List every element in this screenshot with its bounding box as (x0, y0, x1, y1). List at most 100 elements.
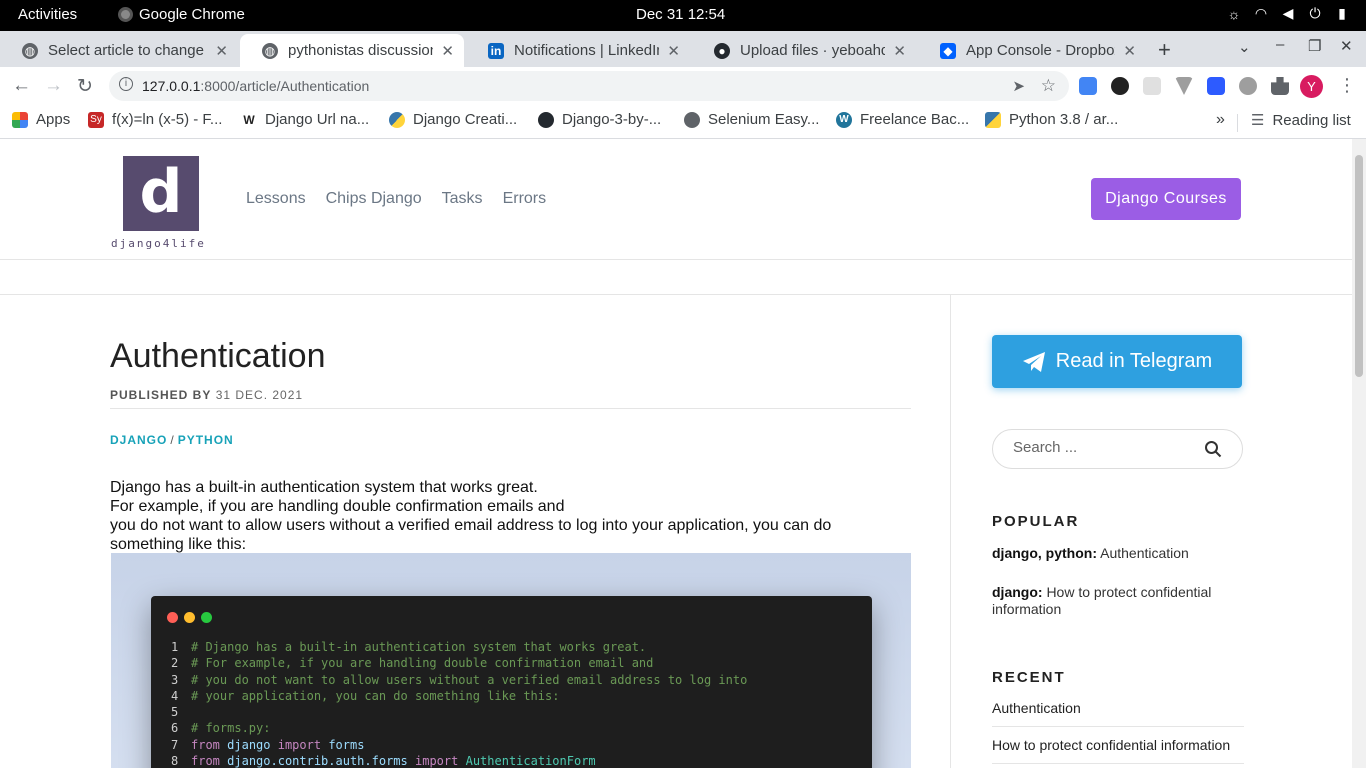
bookmark-label: Apps (36, 111, 71, 128)
category-link[interactable]: PYTHON (178, 433, 234, 447)
tab-search-icon[interactable]: ⌄ (1238, 38, 1251, 56)
chrome-icon (118, 7, 133, 22)
bookmark-item[interactable]: Django Creati... (389, 111, 517, 128)
paragraph-line: you do not want to allow users without a… (110, 517, 832, 553)
recent-item[interactable]: How to protect confidential information (992, 737, 1244, 764)
site-info-icon[interactable]: i (119, 77, 133, 91)
python-icon (985, 111, 1001, 128)
minimize-icon[interactable]: – (1276, 36, 1284, 53)
extensions-puzzle-icon[interactable] (1271, 77, 1289, 95)
published-by-label: PUBLISHED BY (110, 388, 212, 402)
bookmark-apps[interactable]: Apps (12, 111, 70, 128)
bookmark-star-icon[interactable]: ☆ (1041, 76, 1056, 96)
bookmark-item[interactable]: W Freelance Bac... (836, 111, 969, 128)
close-tab-icon[interactable]: ✕ (667, 42, 680, 60)
article-byline: PUBLISHED BY 31 DEC. 2021 (110, 388, 303, 402)
profile-avatar[interactable]: Y (1300, 75, 1323, 98)
search-input[interactable] (1013, 439, 1193, 456)
tab-title: App Console - Dropbox (966, 42, 1116, 59)
reload-icon[interactable]: ↻ (77, 75, 93, 98)
divider (110, 408, 911, 409)
code-comment: # For example, if you are handling doubl… (191, 656, 654, 671)
nav-chips-django[interactable]: Chips Django (326, 190, 422, 208)
telegram-icon (1022, 351, 1045, 372)
site-logo[interactable]: d (123, 156, 199, 231)
url-text[interactable]: 127.0.0.1:8000/article/Authentication (142, 78, 369, 94)
article-paragraph: Django has a built-in authentication sys… (110, 478, 890, 554)
nav-errors[interactable]: Errors (503, 190, 547, 208)
popular-item-title: Authentication (1100, 545, 1189, 561)
window-close-icon[interactable]: ✕ (1340, 37, 1353, 55)
article-title: Authentication (110, 337, 326, 375)
search-box (992, 429, 1243, 469)
extension-blank-icon[interactable] (1143, 77, 1161, 95)
more-bookmarks-icon[interactable]: » (1216, 111, 1225, 129)
window-dot-yellow (184, 612, 195, 623)
new-tab-icon[interactable]: + (1158, 37, 1171, 63)
translate-extension-icon[interactable] (1079, 77, 1097, 95)
url-path: :8000/article/Authentication (200, 78, 370, 94)
line-number: 7 (171, 737, 179, 752)
publish-date: 31 DEC. 2021 (215, 388, 304, 402)
popular-item[interactable]: django, python: Authentication (992, 545, 1242, 562)
app-menu[interactable]: Google Chrome (118, 6, 245, 23)
tab-linkedin[interactable]: in Notifications | LinkedIn ✕ (466, 34, 690, 67)
tab-admin[interactable]: ◍ Select article to change | ✕ (0, 34, 238, 67)
bookmark-item[interactable]: Django-3-by-... (538, 111, 661, 128)
page-scrollbar[interactable] (1352, 139, 1366, 768)
code-line: 4 # your application, you can do somethin… (171, 688, 747, 704)
django-courses-button[interactable]: Django Courses (1091, 178, 1241, 220)
chrome-menu-icon[interactable]: ⋮ (1338, 75, 1356, 96)
forward-icon[interactable]: → (44, 75, 63, 97)
bookmark-item[interactable]: W Django Url na... (241, 111, 369, 128)
extension-cloud-icon[interactable] (1239, 77, 1257, 95)
code-window: 1 # Django has a built-in authentication … (151, 596, 872, 768)
code-line: 5 (171, 704, 747, 720)
close-tab-icon[interactable]: ✕ (893, 42, 906, 60)
address-bar[interactable]: i 127.0.0.1:8000/article/Authentication … (109, 71, 1069, 101)
send-tab-icon[interactable]: ➤ (1012, 77, 1025, 95)
python-icon (389, 111, 405, 128)
site-header: d django4life Lessons Chips Django Tasks… (0, 139, 1352, 260)
recent-item[interactable]: Authentication (992, 700, 1244, 727)
code-name: forms (328, 737, 365, 752)
brightness-icon: ☼ (1227, 5, 1241, 22)
code-image: 1 # Django has a built-in authentication … (111, 553, 911, 768)
close-tab-icon[interactable]: ✕ (441, 42, 454, 60)
bookmark-item[interactable]: Selenium Easy... (684, 111, 819, 128)
clock[interactable]: Dec 31 12:54 (636, 6, 725, 23)
popular-item[interactable]: django: How to protect confidential info… (992, 584, 1242, 618)
article-categories: DJANGO / PYTHON (110, 433, 234, 447)
symbolab-icon: Sy (88, 111, 104, 128)
github-icon: ● (714, 42, 730, 59)
back-icon[interactable]: ← (12, 75, 31, 97)
paragraph-line: For example, if you are handling double … (110, 498, 565, 515)
bookmark-item[interactable]: Python 3.8 / ar... (985, 111, 1118, 128)
category-link[interactable]: DJANGO (110, 433, 167, 447)
restore-icon[interactable]: ❐ (1308, 37, 1321, 55)
tab-dropbox[interactable]: ◆ App Console - Dropbox ✕ (918, 34, 1146, 67)
close-tab-icon[interactable]: ✕ (1123, 42, 1136, 60)
tab-title: Upload files · yeboahd24 (740, 42, 886, 59)
nav-tasks[interactable]: Tasks (442, 190, 483, 208)
close-tab-icon[interactable]: ✕ (215, 42, 228, 60)
bookmark-label: Freelance Bac... (860, 111, 970, 128)
popular-item-categories: django: (992, 584, 1043, 600)
search-icon[interactable] (1204, 440, 1222, 458)
activities-button[interactable]: Activities (18, 6, 77, 23)
scrollbar-thumb[interactable] (1355, 155, 1363, 377)
tab-github[interactable]: ● Upload files · yeboahd24 ✕ (692, 34, 916, 67)
site-logo-text[interactable]: django4life (111, 237, 206, 250)
zoom-extension-icon[interactable] (1207, 77, 1225, 95)
bookmark-item[interactable]: Sy f(x)=ln (x-5) - F... (88, 111, 222, 128)
read-in-telegram-button[interactable]: Read in Telegram (992, 335, 1242, 388)
line-number: 4 (171, 688, 179, 703)
extension-w-icon[interactable] (1111, 77, 1129, 95)
tab-pythonistas[interactable]: ◍ pythonistas discussion ✕ (240, 34, 464, 67)
nav-lessons[interactable]: Lessons (246, 190, 306, 208)
system-tray[interactable]: ☼ ◠ ◀ ⏻ ▮ (1226, 5, 1350, 22)
extension-v-icon[interactable] (1175, 77, 1193, 95)
code-module: django (227, 737, 271, 752)
reading-list-button[interactable]: ☰ Reading list (1251, 111, 1351, 130)
recent-heading: RECENT (992, 669, 1066, 686)
